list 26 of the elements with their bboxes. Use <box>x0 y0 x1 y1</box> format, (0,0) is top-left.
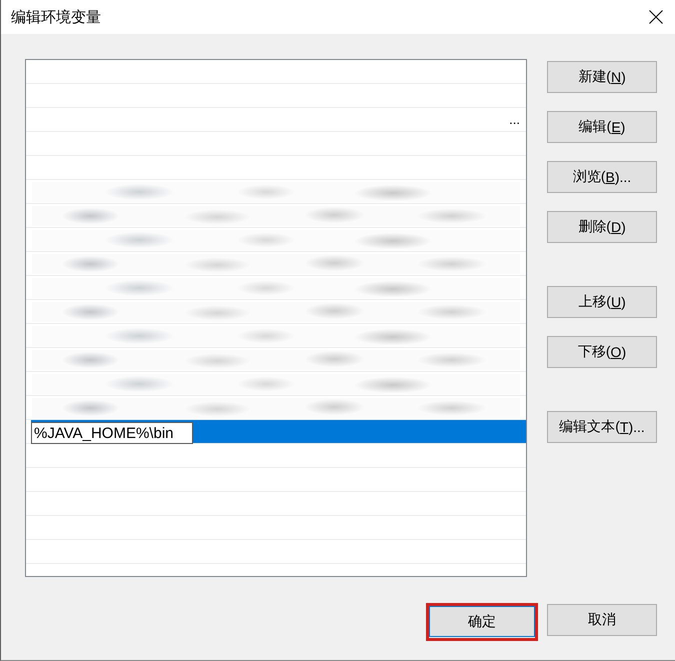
list-row[interactable] <box>26 228 526 252</box>
path-input-field[interactable]: %JAVA_HOME%\bin <box>31 422 193 444</box>
command-button[interactable]: 上移(U) <box>547 286 657 318</box>
dialog-button[interactable]: 确定 <box>429 606 535 637</box>
close-button[interactable] <box>649 10 663 24</box>
command-button[interactable]: 编辑文本(T)... <box>547 411 657 443</box>
list-row[interactable] <box>26 276 526 300</box>
list-row[interactable] <box>26 348 526 372</box>
list-row[interactable] <box>26 372 526 396</box>
window-title: 编辑环境变量 <box>11 8 101 26</box>
command-button[interactable]: 编辑(E) <box>547 111 657 143</box>
dialog-button[interactable]: 取消 <box>547 604 657 636</box>
close-icon <box>649 10 663 24</box>
command-button[interactable]: 下移(O) <box>547 336 657 368</box>
list-row[interactable] <box>26 252 526 276</box>
command-button[interactable]: 浏览(B)... <box>547 161 657 193</box>
list-row[interactable] <box>26 204 526 228</box>
row-text: ... <box>509 112 520 127</box>
list-row[interactable] <box>26 324 526 348</box>
list-row[interactable]: ... <box>26 108 526 132</box>
command-button[interactable]: 删除(D) <box>547 211 657 243</box>
list-row[interactable] <box>26 300 526 324</box>
list-row[interactable] <box>26 180 526 204</box>
command-button[interactable]: 新建(N) <box>547 61 657 93</box>
list-row[interactable]: %JAVA_HOME%\bin <box>26 420 526 444</box>
list-row[interactable] <box>26 396 526 420</box>
